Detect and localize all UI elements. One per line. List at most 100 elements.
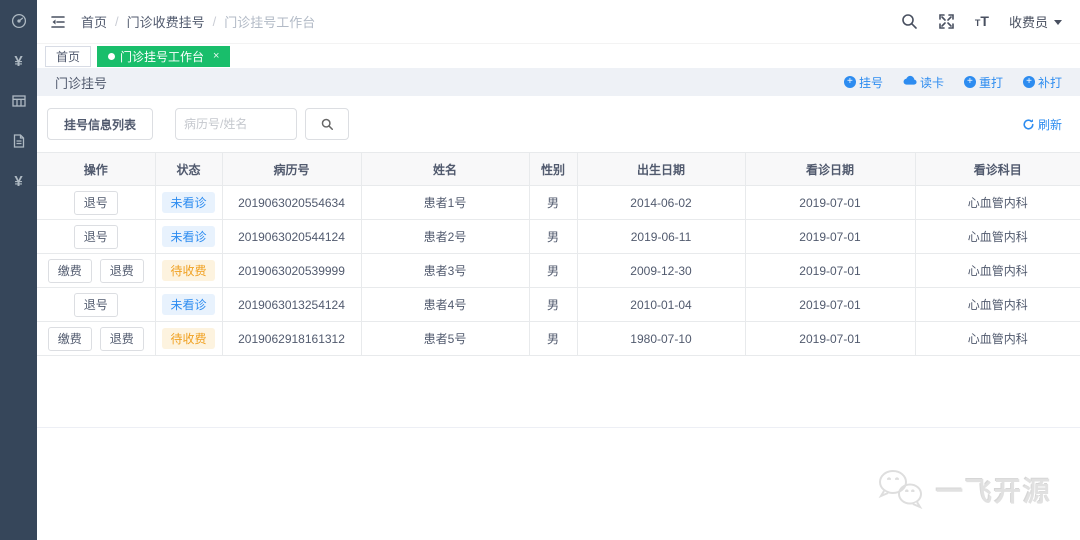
status-badge: 未看诊 bbox=[162, 226, 214, 247]
gender-cell: 男 bbox=[529, 220, 577, 254]
menu-fold-icon[interactable] bbox=[47, 11, 69, 33]
search-input[interactable] bbox=[175, 108, 297, 140]
user-dropdown[interactable]: 收费员 bbox=[1009, 12, 1062, 31]
actions-cell: 退号 bbox=[37, 220, 155, 254]
record-no-cell: 2019063020544124 bbox=[222, 220, 361, 254]
search-button[interactable] bbox=[305, 108, 349, 140]
top-header-bar: 首页 / 门诊收费挂号 / 门诊挂号工作台 TT 收费员 bbox=[37, 0, 1080, 44]
column-header-6: 看诊日期 bbox=[745, 153, 915, 186]
name-cell: 患者5号 bbox=[361, 322, 529, 356]
table-header-row: 操作状态病历号姓名性别出生日期看诊日期看诊科目 bbox=[37, 153, 1080, 186]
refresh-icon bbox=[1022, 118, 1035, 131]
search-icon[interactable] bbox=[901, 13, 918, 30]
refresh-button[interactable]: 刷新 bbox=[1022, 116, 1062, 133]
content-divider bbox=[37, 427, 1080, 428]
yuan-icon[interactable]: ¥ bbox=[10, 52, 28, 70]
plus-circle-icon: + bbox=[964, 76, 976, 88]
visit-date-cell: 2019-07-01 bbox=[745, 254, 915, 288]
status-badge: 待收费 bbox=[162, 260, 214, 281]
column-header-2: 病历号 bbox=[222, 153, 361, 186]
user-label: 收费员 bbox=[1009, 12, 1048, 31]
registration-table: 操作状态病历号姓名性别出生日期看诊日期看诊科目 退号未看诊20190630205… bbox=[37, 152, 1080, 356]
breadcrumb: 首页 / 门诊收费挂号 / 门诊挂号工作台 bbox=[81, 12, 315, 31]
column-header-4: 性别 bbox=[529, 153, 577, 186]
page-title: 门诊挂号 bbox=[55, 73, 107, 92]
font-size-icon[interactable]: TT bbox=[975, 13, 989, 31]
breadcrumb-home[interactable]: 首页 bbox=[81, 12, 107, 31]
table-row: 退号 未看诊 2019063020544124患者2号男2019-06-112019… bbox=[37, 220, 1080, 254]
record-no-cell: 2019063020539999 bbox=[222, 254, 361, 288]
birth-date-cell: 2009-12-30 bbox=[577, 254, 745, 288]
table-icon[interactable] bbox=[10, 92, 28, 110]
row-action-button[interactable]: 退费 bbox=[100, 327, 144, 351]
row-action-button[interactable]: 退号 bbox=[74, 293, 118, 317]
gender-cell: 男 bbox=[529, 288, 577, 322]
active-dot-icon bbox=[108, 53, 115, 60]
actions-cell: 缴费退费 bbox=[37, 322, 155, 356]
visit-date-cell: 2019-07-01 bbox=[745, 186, 915, 220]
read-card-button[interactable]: 读卡 bbox=[903, 74, 944, 91]
status-cell: 未看诊 bbox=[155, 288, 222, 322]
register-button[interactable]: + 挂号 bbox=[844, 74, 883, 91]
row-action-button[interactable]: 退号 bbox=[74, 191, 118, 215]
chevron-down-icon bbox=[1054, 20, 1062, 25]
search-icon bbox=[321, 118, 334, 131]
sidebar: ¥ ¥ bbox=[0, 0, 37, 540]
actions-cell: 缴费退费 bbox=[37, 254, 155, 288]
dashboard-icon[interactable] bbox=[10, 12, 28, 30]
status-cell: 未看诊 bbox=[155, 220, 222, 254]
row-action-button[interactable]: 退费 bbox=[100, 259, 144, 283]
wechat-logo-icon bbox=[876, 468, 928, 510]
watermark-text: 一飞开源 bbox=[936, 470, 1052, 509]
birth-date-cell: 1980-07-10 bbox=[577, 322, 745, 356]
department-cell: 心血管内科 bbox=[915, 186, 1080, 220]
visit-date-cell: 2019-07-01 bbox=[745, 288, 915, 322]
actions-cell: 退号 bbox=[37, 288, 155, 322]
breadcrumb-module[interactable]: 门诊收费挂号 bbox=[127, 12, 205, 31]
registration-list-button[interactable]: 挂号信息列表 bbox=[47, 108, 153, 140]
column-header-5: 出生日期 bbox=[577, 153, 745, 186]
record-no-cell: 2019063020554634 bbox=[222, 186, 361, 220]
column-header-3: 姓名 bbox=[361, 153, 529, 186]
fullscreen-icon[interactable] bbox=[938, 13, 955, 30]
row-action-button[interactable]: 缴费 bbox=[48, 327, 92, 351]
tab-outpatient-workbench[interactable]: 门诊挂号工作台 × bbox=[97, 46, 230, 67]
row-action-button[interactable]: 退号 bbox=[74, 225, 118, 249]
plus-circle-icon: + bbox=[844, 76, 856, 88]
visit-date-cell: 2019-07-01 bbox=[745, 220, 915, 254]
tab-home[interactable]: 首页 bbox=[45, 46, 91, 67]
list-toolbar: 挂号信息列表 刷新 bbox=[37, 96, 1080, 152]
gender-cell: 男 bbox=[529, 322, 577, 356]
supplementary-print-button[interactable]: + 补打 bbox=[1023, 74, 1062, 91]
document-icon[interactable] bbox=[10, 132, 28, 150]
watermark: 一飞开源 bbox=[876, 468, 1052, 510]
record-no-cell: 2019063013254124 bbox=[222, 288, 361, 322]
tab-bar: 首页 门诊挂号工作台 × bbox=[37, 44, 1080, 68]
name-cell: 患者2号 bbox=[361, 220, 529, 254]
row-action-button[interactable]: 缴费 bbox=[48, 259, 92, 283]
actions-cell: 退号 bbox=[37, 186, 155, 220]
department-cell: 心血管内科 bbox=[915, 288, 1080, 322]
department-cell: 心血管内科 bbox=[915, 220, 1080, 254]
table-body: 退号未看诊2019063020554634患者1号男2014-06-022019… bbox=[37, 186, 1080, 356]
yuan-icon[interactable]: ¥ bbox=[10, 172, 28, 190]
department-cell: 心血管内科 bbox=[915, 254, 1080, 288]
birth-date-cell: 2019-06-11 bbox=[577, 220, 745, 254]
topbar-right: TT 收费员 bbox=[901, 12, 1062, 31]
name-cell: 患者1号 bbox=[361, 186, 529, 220]
record-no-cell: 2019062918161312 bbox=[222, 322, 361, 356]
status-badge: 未看诊 bbox=[162, 294, 214, 315]
department-cell: 心血管内科 bbox=[915, 322, 1080, 356]
table-row: 缴费退费待收费2019062918161312患者5号男1980-07-1020… bbox=[37, 322, 1080, 356]
status-badge: 待收费 bbox=[162, 328, 214, 349]
table-row: 退号 未看诊 2019063013254124患者4号男2010-01-042019… bbox=[37, 288, 1080, 322]
column-header-1: 状态 bbox=[155, 153, 222, 186]
name-cell: 患者4号 bbox=[361, 288, 529, 322]
gender-cell: 男 bbox=[529, 186, 577, 220]
birth-date-cell: 2010-01-04 bbox=[577, 288, 745, 322]
close-icon[interactable]: × bbox=[213, 50, 219, 62]
page-actions: + 挂号 读卡 + 重打 + 补打 bbox=[844, 74, 1062, 91]
reprint-button[interactable]: + 重打 bbox=[964, 74, 1003, 91]
status-cell: 待收费 bbox=[155, 254, 222, 288]
cloud-icon bbox=[903, 75, 917, 89]
